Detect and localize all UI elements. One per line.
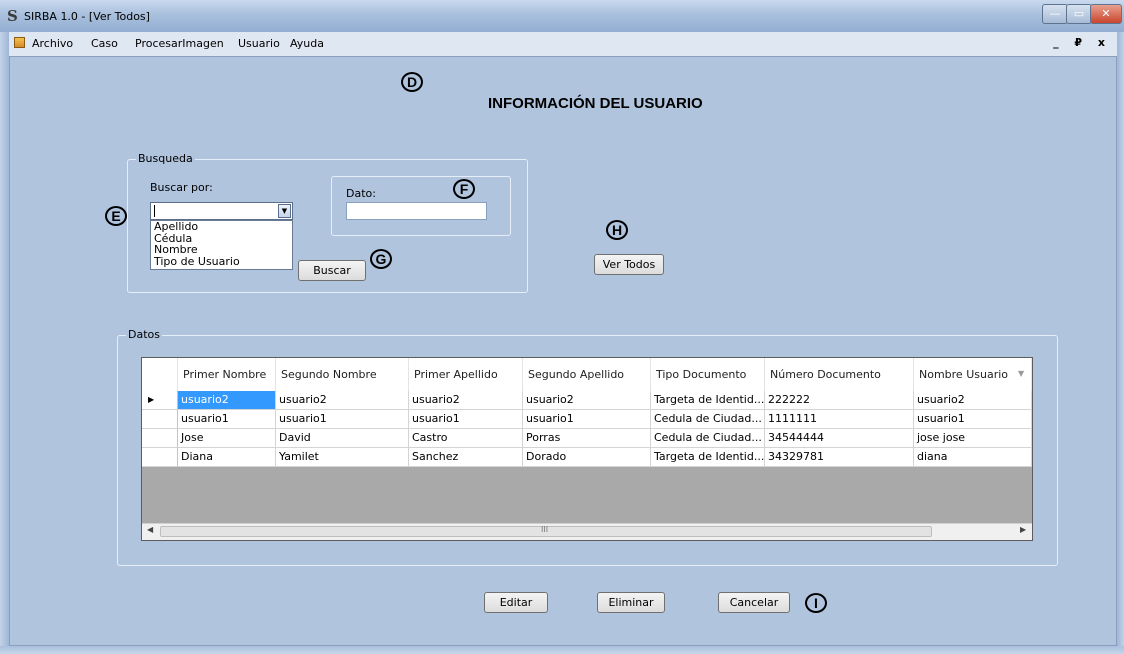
table-cell[interactable]: usuario2 (409, 391, 523, 410)
table-cell[interactable]: 34329781 (765, 448, 914, 467)
app-logo-icon: S (7, 7, 18, 25)
menu-caso[interactable]: Caso (91, 37, 118, 50)
users-data-grid[interactable]: Primer Nombre Segundo Nombre Primer Apel… (141, 357, 1033, 541)
scroll-right-icon[interactable]: ▶ (1020, 525, 1026, 534)
minimize-icon: — (1049, 7, 1061, 20)
table-row[interactable]: Diana Yamilet Sanchez Dorado Targeta de Iden… (142, 448, 1032, 467)
table-row[interactable]: usuario1 usuario1 usuario1 usuario1 Cedula d… (142, 410, 1032, 429)
close-button[interactable]: ✕ (1090, 4, 1122, 24)
table-cell[interactable]: 1111111 (765, 410, 914, 429)
table-cell[interactable]: Cedula de Ciudad... (651, 410, 765, 429)
title-bar[interactable]: S SIRBA 1.0 - [Ver Todos] — ▭ ✕ (0, 0, 1124, 32)
scrollbar-thumb[interactable]: III (160, 525, 932, 537)
window-title: SIRBA 1.0 - [Ver Todos] (24, 10, 150, 23)
page-title: INFORMACIÓN DEL USUARIO (488, 95, 703, 112)
table-cell[interactable]: 34544444 (765, 429, 914, 448)
annotation-marker-i: I (805, 593, 827, 613)
annotation-marker-e: E (105, 206, 127, 226)
close-icon: ✕ (1101, 7, 1111, 20)
dato-label: Dato: (346, 187, 376, 200)
table-cell[interactable]: usuario2 (914, 391, 1032, 410)
row-header-corner (142, 358, 178, 391)
datos-group-label: Datos (126, 328, 162, 341)
column-header-segundo-apellido[interactable]: Segundo Apellido (523, 358, 651, 391)
table-cell[interactable]: Sanchez (409, 448, 523, 467)
table-cell[interactable]: usuario1 (409, 410, 523, 429)
menu-archivo[interactable]: Archivo (32, 37, 73, 50)
table-row[interactable]: Jose David Castro Porras Cedula de Ciudad...… (142, 429, 1032, 448)
table-cell[interactable]: 222222 (765, 391, 914, 410)
table-cell[interactable]: Dorado (523, 448, 651, 467)
menu-bar: Archivo Caso ProcesarImagen Usuario Ayud… (9, 32, 1117, 56)
cancelar-button[interactable]: Cancelar (718, 592, 790, 613)
maximize-button[interactable]: ▭ (1066, 4, 1092, 24)
buscar-por-label: Buscar por: (150, 181, 213, 194)
option-tipo-de-usuario[interactable]: Tipo de Usuario (151, 255, 292, 268)
text-caret (154, 205, 155, 217)
row-header[interactable] (142, 448, 178, 467)
row-header[interactable] (142, 410, 178, 429)
annotation-marker-d: D (401, 72, 423, 92)
row-header[interactable] (142, 429, 178, 448)
chevron-down-icon: ▼ (281, 207, 288, 215)
window-frame-bottom (0, 646, 1124, 654)
column-header-numero-documento[interactable]: Número Documento (765, 358, 914, 391)
sort-arrow-icon: ▼ (1018, 369, 1025, 378)
column-header-segundo-nombre[interactable]: Segundo Nombre (276, 358, 409, 391)
window-frame-left (0, 32, 9, 654)
search-group-label: Busqueda (136, 152, 195, 165)
column-header-tipo-documento[interactable]: Tipo Documento (651, 358, 765, 391)
menu-procesarimagen[interactable]: ProcesarImagen (135, 37, 224, 50)
dato-input[interactable] (346, 202, 487, 220)
mdi-window-controls[interactable]: _ ₽ x (1053, 36, 1111, 49)
table-cell[interactable]: usuario1 (523, 410, 651, 429)
table-cell[interactable]: usuario1 (276, 410, 409, 429)
table-cell[interactable]: jose jose (914, 429, 1032, 448)
column-header-nombre-usuario[interactable]: Nombre Usuario (914, 358, 1032, 391)
horizontal-scrollbar[interactable]: ◀ III ▶ (142, 523, 1032, 540)
table-cell[interactable]: Cedula de Ciudad... (651, 429, 765, 448)
scroll-left-icon[interactable]: ◀ (147, 525, 153, 534)
table-cell[interactable]: Porras (523, 429, 651, 448)
column-header-primer-nombre[interactable]: Primer Nombre (178, 358, 276, 391)
eliminar-button[interactable]: Eliminar (597, 592, 665, 613)
table-cell[interactable]: usuario2 (276, 391, 409, 410)
table-cell[interactable]: usuario2 (523, 391, 651, 410)
table-cell[interactable]: diana (914, 448, 1032, 467)
maximize-icon: ▭ (1073, 7, 1085, 20)
table-cell[interactable]: usuario2 (178, 391, 276, 410)
current-row-indicator-icon: ▶ (148, 395, 155, 404)
table-cell[interactable]: Castro (409, 429, 523, 448)
table-cell[interactable]: Targeta de Identid... (651, 448, 765, 467)
application-window: S SIRBA 1.0 - [Ver Todos] — ▭ ✕ Archivo … (0, 0, 1124, 654)
table-cell[interactable]: Jose (178, 429, 276, 448)
option-nombre[interactable]: Nombre (151, 244, 292, 256)
annotation-marker-h: H (606, 220, 628, 240)
buscar-por-combobox[interactable]: ▼ (150, 202, 293, 220)
table-cell[interactable]: usuario1 (914, 410, 1032, 429)
menu-ayuda[interactable]: Ayuda (290, 37, 324, 50)
option-apellido[interactable]: Apellido (151, 221, 292, 233)
scroll-grip: III (541, 525, 549, 534)
table-cell[interactable]: Targeta de Identid... (651, 391, 765, 410)
mdi-child-icon (14, 37, 25, 48)
row-header[interactable]: ▶ (142, 391, 178, 410)
buscar-por-dropdown-list: Apellido Cédula Nombre Tipo de Usuario (150, 220, 293, 270)
menu-usuario[interactable]: Usuario (238, 37, 280, 50)
table-cell[interactable]: Yamilet (276, 448, 409, 467)
table-cell[interactable]: David (276, 429, 409, 448)
ver-todos-button[interactable]: Ver Todos (594, 254, 664, 275)
column-header-primer-apellido[interactable]: Primer Apellido (409, 358, 523, 391)
window-frame-right (1117, 32, 1124, 654)
grid-header-row: Primer Nombre Segundo Nombre Primer Apel… (142, 358, 1032, 392)
combo-dropdown-button[interactable]: ▼ (278, 204, 291, 218)
table-cell[interactable]: usuario1 (178, 410, 276, 429)
table-cell[interactable]: Diana (178, 448, 276, 467)
table-row[interactable]: ▶ usuario2 usuario2 usuario2 usuario2 Targeta… (142, 391, 1032, 410)
minimize-button[interactable]: — (1042, 4, 1068, 24)
buscar-button[interactable]: Buscar (298, 260, 366, 281)
editar-button[interactable]: Editar (484, 592, 548, 613)
